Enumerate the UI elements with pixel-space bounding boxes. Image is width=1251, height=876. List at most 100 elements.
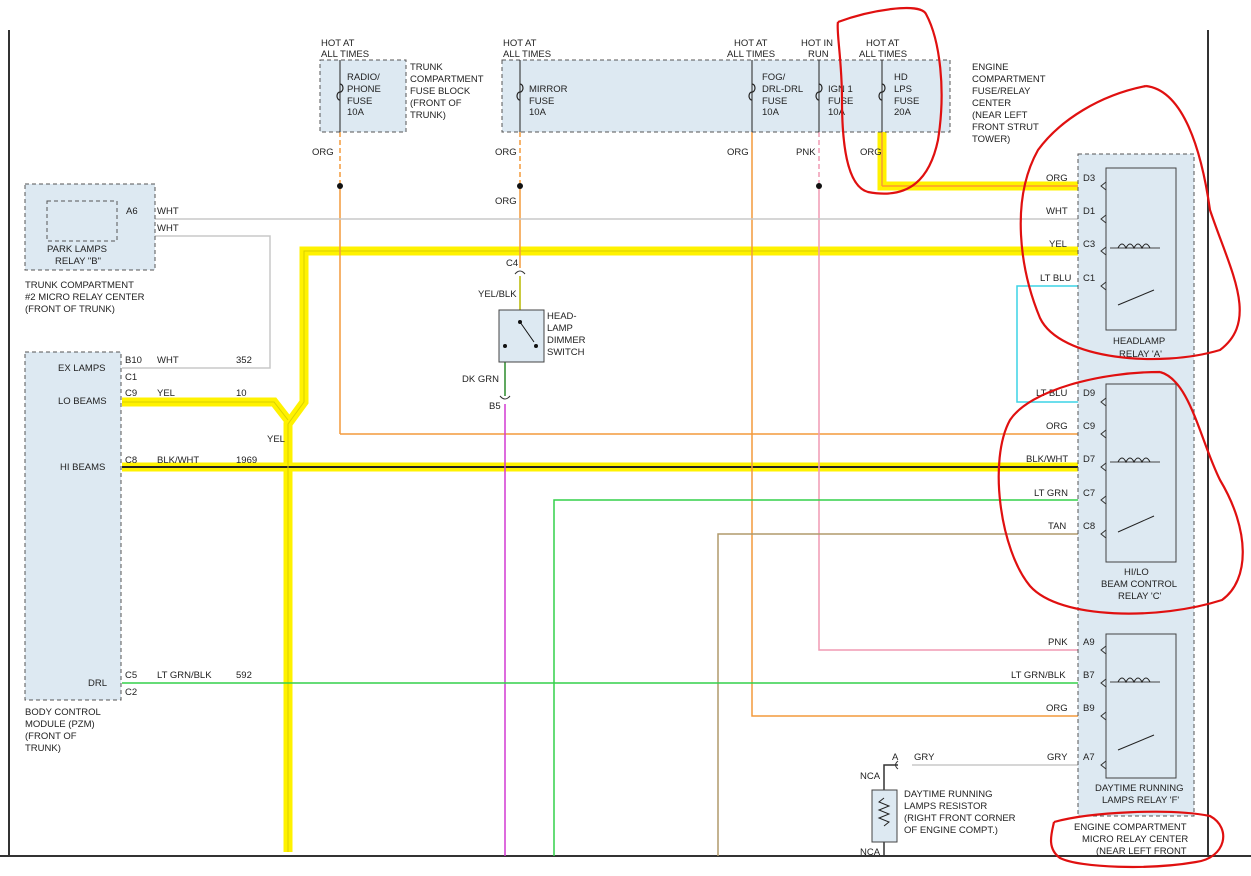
diagram-label: ALL TIMES	[859, 49, 907, 60]
diagram-label: SWITCH	[547, 347, 585, 358]
diagram-label: B7	[1083, 670, 1095, 681]
diagram-label: (NEAR LEFT FRONT	[1096, 846, 1187, 857]
diagram-label: PARK LAMPS	[47, 244, 107, 255]
diagram-label: 10	[236, 388, 247, 399]
diagram-label: ORG	[1046, 703, 1068, 714]
diagram-label: 10A	[762, 107, 780, 118]
splice-dot	[517, 183, 523, 189]
diagram-label: HEADLAMP	[1113, 336, 1165, 347]
diagram-label: C5	[125, 670, 137, 681]
diagram-label: DRL	[88, 678, 107, 689]
wire-layer	[122, 122, 1100, 856]
diagram-label: C1	[125, 372, 137, 383]
diagram-label: MICRO RELAY CENTER	[1082, 834, 1188, 845]
diagram-label: FUSE	[347, 96, 372, 107]
diagram-label: TRUNK COMPARTMENT	[25, 280, 134, 291]
diagram-label: LT BLU	[1036, 388, 1067, 399]
diagram-label: LPS	[894, 84, 912, 95]
diagram-label: TRUNK	[410, 62, 443, 73]
diagram-label: D1	[1083, 206, 1095, 217]
trunk-fuse-block: HOT AT ALL TIMES RADIO/ PHONE FUSE 10A T…	[312, 38, 484, 158]
diagram-label: TAN	[1048, 521, 1066, 532]
diagram-label: HOT AT	[503, 38, 537, 49]
diagram-label: YEL/BLK	[478, 289, 517, 300]
diagram-label: LAMPS RELAY 'F'	[1102, 795, 1179, 806]
diagram-label: LAMPS RESISTOR	[904, 801, 987, 812]
headlamp-wiring-diagram: HOT AT ALL TIMES RADIO/ PHONE FUSE 10A T…	[0, 7, 1251, 869]
diagram-label: FRONT STRUT	[972, 122, 1039, 133]
diagram-label: ORG	[860, 147, 882, 158]
diagram-label: LT GRN/BLK	[1011, 670, 1066, 681]
diagram-label: A6	[126, 206, 138, 217]
diagram-label: (FRONT OF TRUNK)	[25, 304, 115, 315]
diagram-label: COMPARTMENT	[410, 74, 484, 85]
diagram-label: DK GRN	[462, 374, 499, 385]
diagram-label: BLK/WHT	[157, 455, 199, 466]
diagram-label: ALL TIMES	[503, 49, 551, 60]
diagram-label: 10A	[347, 107, 365, 118]
diagram-label: MIRROR	[529, 84, 568, 95]
diagram-label: LT GRN	[1034, 488, 1068, 499]
diagram-label: FUSE	[762, 96, 787, 107]
diagram-label: DAYTIME RUNNING	[1095, 783, 1184, 794]
diagram-label: COMPARTMENT	[972, 74, 1046, 85]
diagram-label: DRL-DRL	[762, 84, 803, 95]
diagram-label: YEL	[267, 434, 285, 445]
diagram-label: GRY	[914, 752, 935, 763]
highlight-layer	[122, 122, 1100, 852]
diagram-label: RUN	[808, 49, 829, 60]
connector-icon	[499, 395, 511, 400]
diagram-label: CENTER	[972, 98, 1011, 109]
diagram-label: FOG/	[762, 72, 786, 83]
diagram-label: WHT	[157, 223, 179, 234]
diagram-label: B10	[125, 355, 142, 366]
diagram-label: HOT AT	[866, 38, 900, 49]
diagram-label: ORG	[1046, 173, 1068, 184]
diagram-label: RELAY 'C'	[1118, 591, 1162, 602]
diagram-label: LAMP	[547, 323, 573, 334]
diagram-label: ORG	[1046, 421, 1068, 432]
diagram-label: LT GRN/BLK	[157, 670, 212, 681]
diagram-label: MODULE (PZM)	[25, 719, 95, 730]
diagram-label: WHT	[157, 206, 179, 217]
body-control-module: EX LAMPS LO BEAMS HI BEAMS DRL B10 C1 C9…	[24, 351, 285, 754]
diagram-label: A9	[1083, 637, 1095, 648]
diagram-label: PHONE	[347, 84, 381, 95]
diagram-label: EX LAMPS	[58, 363, 106, 374]
diagram-label: HOT AT	[734, 38, 768, 49]
diagram-label: PNK	[1048, 637, 1068, 648]
connector-icon	[514, 270, 526, 275]
diagram-label: C9	[125, 388, 137, 399]
diagram-label: HOT IN	[801, 38, 833, 49]
diagram-label: WHT	[157, 355, 179, 366]
diagram-label: D7	[1083, 454, 1095, 465]
diagram-label: FUSE/RELAY	[972, 86, 1031, 97]
diagram-label: HEAD-	[547, 311, 577, 322]
diagram-label: FUSE	[828, 96, 853, 107]
diagram-label: 10A	[529, 107, 547, 118]
diagram-label: ORG	[495, 147, 517, 158]
diagram-label: FUSE	[529, 96, 554, 107]
diagram-label: BEAM CONTROL	[1101, 579, 1177, 590]
diagram-label: ENGINE COMPARTMENT	[1074, 822, 1187, 833]
diagram-label: NCA	[860, 847, 881, 858]
headlamp-dimmer-switch: C4 YEL/BLK HEAD- LAMP DIMMER SWITCH DK G…	[462, 258, 586, 412]
diagram-label: ORG	[312, 147, 334, 158]
diagram-label: D9	[1083, 388, 1095, 399]
diagram-label: (FRONT OF	[410, 98, 462, 109]
diagram-label: BLK/WHT	[1026, 454, 1068, 465]
diagram-label: IGN 1	[828, 84, 853, 95]
diagram-label: B9	[1083, 703, 1095, 714]
diagram-label: (NEAR LEFT	[972, 110, 1028, 121]
diagram-label: HD	[894, 72, 908, 83]
diagram-label: 592	[236, 670, 252, 681]
engine-micro-relay-center: D3 D1 C3 C1 ORG WHT YEL LT BLU HEADLAMP …	[1011, 153, 1195, 857]
diagram-label: C2	[125, 687, 137, 698]
diagram-label: DIMMER	[547, 335, 586, 346]
diagram-label: 352	[236, 355, 252, 366]
diagram-label: OF ENGINE COMPT.)	[904, 825, 998, 836]
splice-dot	[816, 183, 822, 189]
diagram-label: ENGINE	[972, 62, 1008, 73]
diagram-label: LT BLU	[1040, 273, 1071, 284]
diagram-label: (RIGHT FRONT CORNER	[904, 813, 1016, 824]
